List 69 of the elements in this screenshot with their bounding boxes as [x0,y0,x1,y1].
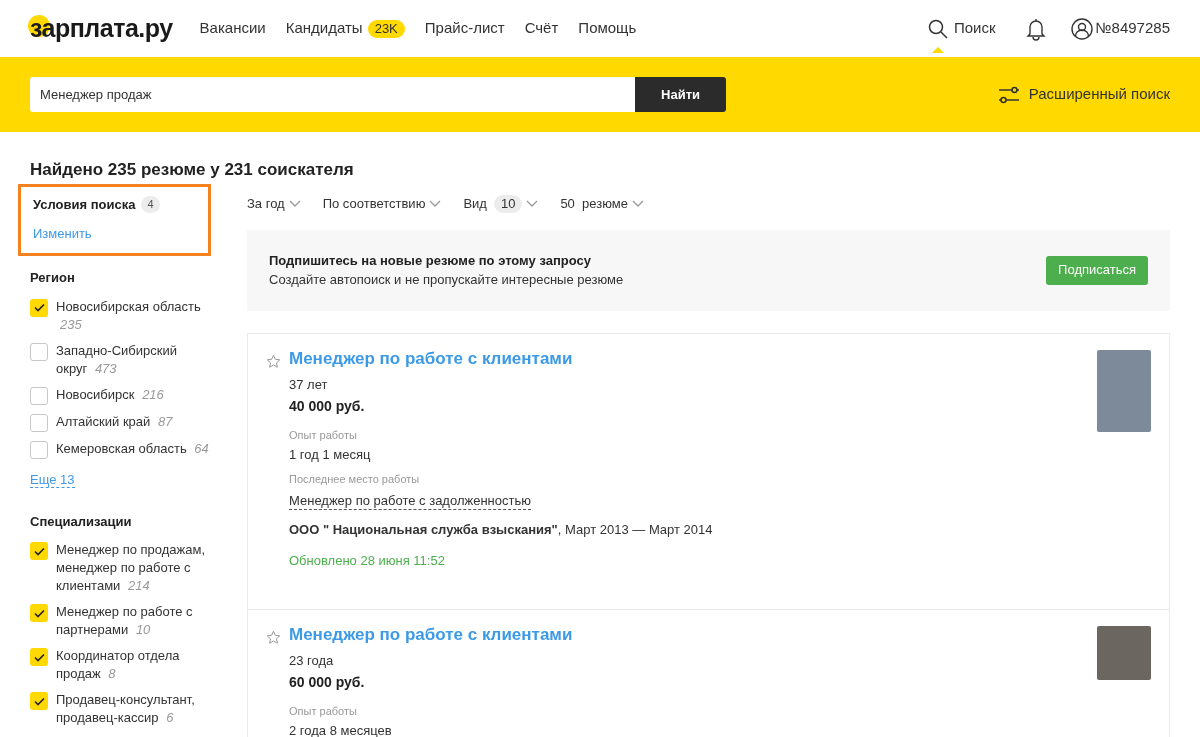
checkbox[interactable] [30,413,48,432]
checkbox-label[interactable]: Западно-Сибирский округ 473 [56,341,210,378]
filter-dropdown[interactable]: По соответствию [322,194,442,214]
checkbox-label[interactable]: Алтайский край 87 [56,412,173,431]
nav-link[interactable]: Помощь [578,17,637,40]
nav-link[interactable]: Счёт [524,17,559,40]
results-heading: Найдено 235 резюме у 231 соискателя [30,159,355,181]
find-button[interactable]: Найти [635,77,726,112]
nav-link[interactable]: Кандидаты [285,17,363,40]
chevron-down-icon [288,199,301,208]
checkbox-label[interactable]: Новосибирск 216 [56,385,164,404]
nav-link[interactable]: Прайс-лист [424,17,505,40]
chevron-down-icon [526,199,539,208]
checkbox[interactable] [30,692,48,710]
experience-label: Опыт работы [289,704,358,719]
checkbox-label[interactable]: Новосибирская область 235 [56,297,210,334]
filter-dropdown[interactable]: Вид 10 [463,194,539,214]
count-badge: 10 [493,194,523,213]
chevron-down-icon [429,199,442,208]
age-text: 23 года [289,651,335,670]
experience-text: 2 года 8 месяцев [289,721,393,737]
user-icon[interactable] [1070,17,1093,40]
section-title: Специализации [30,512,133,531]
checkbox[interactable] [30,648,48,666]
filter-dropdown[interactable]: За год [247,194,301,214]
section-title: Регион [30,269,76,287]
count-badge: 23K [367,19,405,38]
last-job-link[interactable]: Менеджер по работе с задолженностью [289,492,531,510]
sliders-icon [996,84,1021,105]
salary-text: 60 000 руб. [289,673,366,692]
photo-placeholder [1097,625,1151,680]
search-link[interactable]: Поиск [927,17,996,40]
banner-text: Создайте автопоиск и не пропускайте интересные резюме [269,271,624,289]
checkbox[interactable] [30,440,48,459]
checkbox[interactable] [30,386,48,405]
search-icon [927,18,948,39]
chevron-down-icon [632,199,644,208]
check-icon [33,696,45,706]
checkbox[interactable] [30,298,48,317]
advanced-search-link[interactable]: Расширенный поиск [996,83,1170,106]
checkbox-label[interactable]: Менеджер по работе с партнерами 10 [56,603,210,639]
checkbox-label[interactable]: Продавец-консультант, продавец-кассир 6 [56,691,210,727]
bell-icon[interactable] [1025,16,1046,41]
checkbox-label[interactable]: Менеджер по продажам, менеджер по работе с клиентами 214 [56,541,210,595]
star-icon[interactable] [266,353,281,369]
salary-text: 40 000 руб. [289,397,366,416]
experience-text: 1 год 1 месяц [289,445,372,464]
last-job-label: Последнее место работы [289,472,421,487]
check-icon [33,546,45,556]
check-icon [33,608,45,618]
check-icon [33,303,45,312]
section-title: Условия поиска [33,196,136,214]
banner-title: Подпишитесь на новые резюме по этому запросу [269,251,592,270]
checkbox[interactable] [30,542,48,560]
age-text: 37 лет [289,375,329,394]
company-text: ООО " Национальная служба взыскания", Март 2013 — Март 2014 [289,520,714,539]
check-icon [33,652,45,662]
experience-label: Опыт работы [289,428,358,443]
checkbox-label[interactable]: Координатор отдела продаж 8 [56,647,210,683]
checkbox[interactable] [30,604,48,622]
account-link[interactable]: №8497285 [1095,17,1170,40]
star-icon[interactable] [266,629,281,645]
updated-text: Обновлено 28 июня 11:52 [289,552,446,570]
filter-dropdown[interactable]: 50 резюме [560,194,644,214]
checkbox[interactable] [30,342,48,361]
nav-link[interactable]: Вакансии [199,17,266,40]
count-badge: 4 [141,196,160,214]
search-field[interactable]: Менеджер продаж [30,77,635,112]
checkbox-label[interactable]: Кемеровская область 64 [56,439,209,458]
